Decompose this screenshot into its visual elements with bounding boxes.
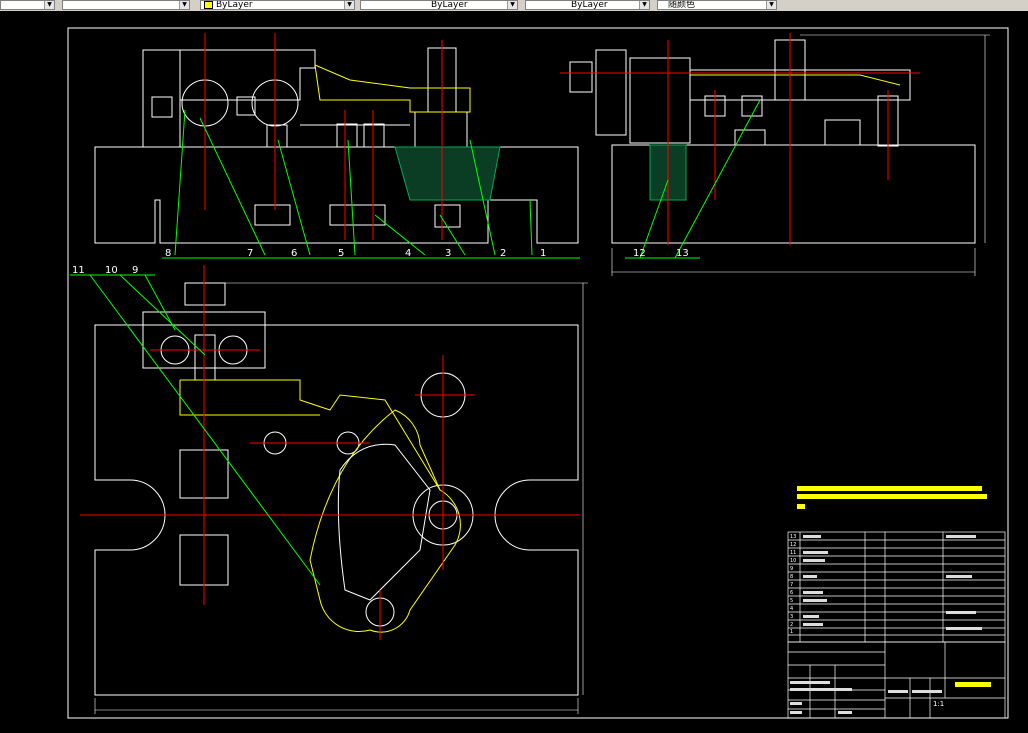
balloon-labels-side: 12 13: [633, 248, 689, 259]
svg-text:13: 13: [676, 248, 689, 259]
drawing-canvas[interactable]: 8 7 6 5 4 3 2 1 12 13 11 10 9 13 12 11 1…: [0, 11, 1028, 733]
chevron-down-icon: ▼: [344, 1, 354, 9]
svg-text:4: 4: [405, 248, 411, 259]
title-yellow-bar: [955, 682, 991, 687]
svg-text:9: 9: [132, 265, 138, 276]
center-lines-front: [204, 33, 443, 240]
center-lines-plan: [80, 265, 580, 640]
chevron-down-icon: ▼: [179, 1, 189, 9]
cad-drawing: 8 7 6 5 4 3 2 1 12 13 11 10 9 13 12 11 1…: [67, 27, 1009, 719]
leaders-side: [625, 99, 761, 259]
svg-text:6: 6: [291, 248, 297, 259]
chevron-down-icon: ▼: [44, 1, 54, 9]
svg-text:11: 11: [790, 550, 796, 556]
svg-text:12: 12: [790, 542, 796, 548]
plan-lever: [179, 379, 441, 491]
chevron-down-icon: ▼: [639, 1, 649, 9]
cam-slot: [337, 443, 431, 601]
section-hatch: [394, 146, 501, 201]
drawing-border: [67, 27, 1009, 719]
leaders-front: [162, 109, 580, 259]
svg-text:2: 2: [790, 622, 793, 628]
chevron-down-icon: ▼: [766, 1, 776, 9]
svg-text:7: 7: [790, 582, 793, 588]
plan-dimensions: [94, 282, 588, 714]
side-view: [569, 39, 976, 244]
svg-text:3: 3: [790, 614, 793, 620]
title-block: [787, 641, 1006, 719]
parts-list-rows: [788, 539, 1005, 636]
svg-text:5: 5: [338, 248, 344, 259]
svg-text:12: 12: [633, 248, 646, 259]
svg-text:10: 10: [105, 265, 118, 276]
svg-text:8: 8: [165, 248, 171, 259]
plan-view: [94, 282, 579, 696]
lineweight-dropdown[interactable]: ByLayer ▼: [525, 0, 650, 10]
svg-text:2: 2: [500, 248, 506, 259]
leaders-plan: [70, 274, 321, 586]
svg-text:9: 9: [790, 566, 793, 572]
layer-dropdown[interactable]: ▼: [0, 0, 55, 10]
chevron-down-icon: ▼: [507, 1, 517, 9]
svg-text:10: 10: [790, 558, 796, 564]
scale-label: 1:1: [933, 700, 944, 708]
center-lines-side: [560, 33, 920, 245]
front-view: [94, 47, 579, 244]
svg-text:8: 8: [790, 574, 793, 580]
clamp-lever: [314, 64, 471, 113]
svg-text:3: 3: [445, 248, 451, 259]
svg-text:13: 13: [790, 534, 796, 540]
parts-list-text: [803, 535, 982, 630]
color-dropdown[interactable]: ByLayer ▼: [200, 0, 355, 10]
linetype-dropdown[interactable]: ByLayer ▼: [360, 0, 518, 10]
svg-text:1: 1: [790, 629, 793, 635]
svg-text:11: 11: [72, 265, 85, 276]
svg-text:4: 4: [790, 606, 793, 612]
svg-text:5: 5: [790, 598, 793, 604]
color-swatch-icon: [204, 1, 213, 9]
svg-text:1: 1: [540, 248, 546, 259]
balloon-labels-plan: 11 10 9: [72, 265, 138, 276]
layer-state-dropdown[interactable]: ▼: [62, 0, 190, 10]
svg-text:7: 7: [247, 248, 253, 259]
svg-text:6: 6: [790, 590, 793, 596]
balloon-labels-front: 8 7 6 5 4 3 2 1: [165, 248, 546, 259]
side-lever: [690, 74, 901, 86]
plotstyle-dropdown[interactable]: 随颜色 ▼: [657, 0, 777, 10]
technical-notes: [797, 486, 987, 509]
